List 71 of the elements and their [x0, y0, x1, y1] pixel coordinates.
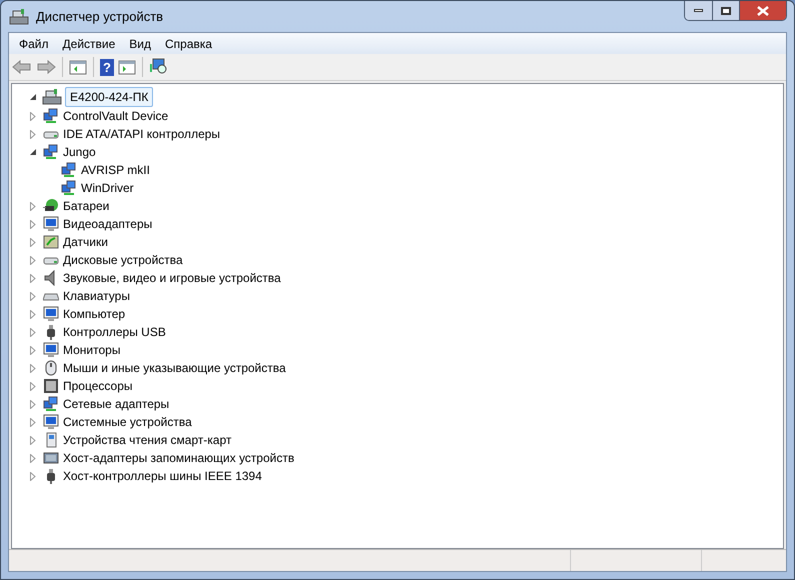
expand-triangle-icon[interactable]	[30, 220, 36, 228]
network-icon	[43, 144, 59, 160]
storage-adapter-icon	[43, 450, 59, 466]
monitor-icon	[43, 306, 59, 322]
help-button[interactable]: ?	[100, 58, 114, 76]
network-icon	[43, 396, 59, 412]
monitor-icon	[43, 414, 59, 430]
network-icon	[61, 162, 77, 178]
menu-item[interactable]: Справка	[158, 34, 220, 52]
tree-item[interactable]: Батареи	[60, 197, 112, 215]
tree-item[interactable]: ControlVault Device	[60, 107, 172, 125]
computer-icon	[42, 88, 62, 106]
network-icon	[61, 180, 77, 196]
collapse-triangle-icon[interactable]	[30, 148, 36, 156]
close-icon	[757, 6, 769, 16]
expand-triangle-icon[interactable]	[30, 292, 36, 300]
mouse-icon	[43, 360, 59, 376]
sensor-icon	[43, 234, 59, 250]
tree-item[interactable]: Процессоры	[60, 377, 136, 395]
expand-triangle-icon[interactable]	[30, 274, 36, 282]
computer-icon	[9, 8, 29, 26]
monitor-icon	[43, 216, 59, 232]
maximize-button[interactable]	[713, 1, 740, 20]
expand-triangle-icon[interactable]	[30, 400, 36, 408]
expand-triangle-icon[interactable]	[30, 382, 36, 390]
menu-item[interactable]: Вид	[122, 34, 158, 52]
expand-triangle-icon[interactable]	[30, 472, 36, 480]
expand-triangle-icon[interactable]	[30, 310, 36, 318]
expand-triangle-icon[interactable]	[30, 364, 36, 372]
menu-item[interactable]: Файл	[12, 34, 56, 52]
menu-item[interactable]: Действие	[56, 34, 122, 52]
pane-icon[interactable]	[118, 59, 136, 75]
battery-plug-icon	[43, 198, 59, 214]
tree-item[interactable]: Сетевые адаптеры	[60, 395, 172, 413]
tree-item[interactable]: Устройства чтения смарт-карт	[60, 431, 234, 449]
tree-item[interactable]: Датчики	[60, 233, 111, 251]
expand-triangle-icon[interactable]	[30, 256, 36, 264]
tree-root-item[interactable]: E4200-424-ПК	[65, 87, 154, 107]
tree-item[interactable]: IDE ATA/ATAPI контроллеры	[60, 125, 224, 143]
minimize-button[interactable]	[685, 1, 713, 20]
expand-triangle-icon[interactable]	[30, 346, 36, 354]
expand-triangle-icon[interactable]	[30, 418, 36, 426]
tree-item[interactable]: Мониторы	[60, 341, 124, 359]
expand-triangle-icon[interactable]	[30, 238, 36, 246]
tree-item[interactable]: Контроллеры USB	[60, 323, 169, 341]
expand-triangle-icon[interactable]	[30, 112, 36, 120]
tree-item[interactable]: Мыши и иные указывающие устройства	[60, 359, 289, 377]
network-icon	[43, 108, 59, 124]
tree-item[interactable]: Хост-контроллеры шины IEEE 1394	[60, 467, 265, 485]
window-title: Диспетчер устройств	[36, 8, 164, 26]
tree-item[interactable]: Системные устройства	[60, 413, 195, 431]
chip-icon	[43, 378, 59, 394]
tree-item[interactable]: Jungo	[60, 143, 99, 161]
close-button[interactable]	[740, 1, 786, 20]
expand-triangle-icon[interactable]	[30, 454, 36, 462]
collapse-triangle-icon[interactable]	[30, 94, 36, 100]
tree-item[interactable]: Дисковые устройства	[60, 251, 186, 269]
scan-hardware-icon[interactable]	[149, 58, 169, 76]
expand-triangle-icon[interactable]	[30, 202, 36, 210]
expand-triangle-icon[interactable]	[30, 130, 36, 138]
expand-triangle-icon[interactable]	[30, 328, 36, 336]
tree-item[interactable]: Хост-адаптеры запоминающих устройств	[60, 449, 298, 467]
tree-item[interactable]: Звуковые, видео и игровые устройства	[60, 269, 284, 287]
expand-triangle-icon[interactable]	[30, 436, 36, 444]
monitor-icon	[43, 342, 59, 358]
tree-item[interactable]: Компьютер	[60, 305, 128, 323]
tree-item[interactable]: WinDriver	[78, 179, 137, 197]
tree-item[interactable]: AVRISP mkII	[78, 161, 153, 179]
pane-icon[interactable]	[69, 59, 87, 75]
tree-item[interactable]: Видеоадаптеры	[60, 215, 156, 233]
tree-item[interactable]: Клавиатуры	[60, 287, 133, 305]
